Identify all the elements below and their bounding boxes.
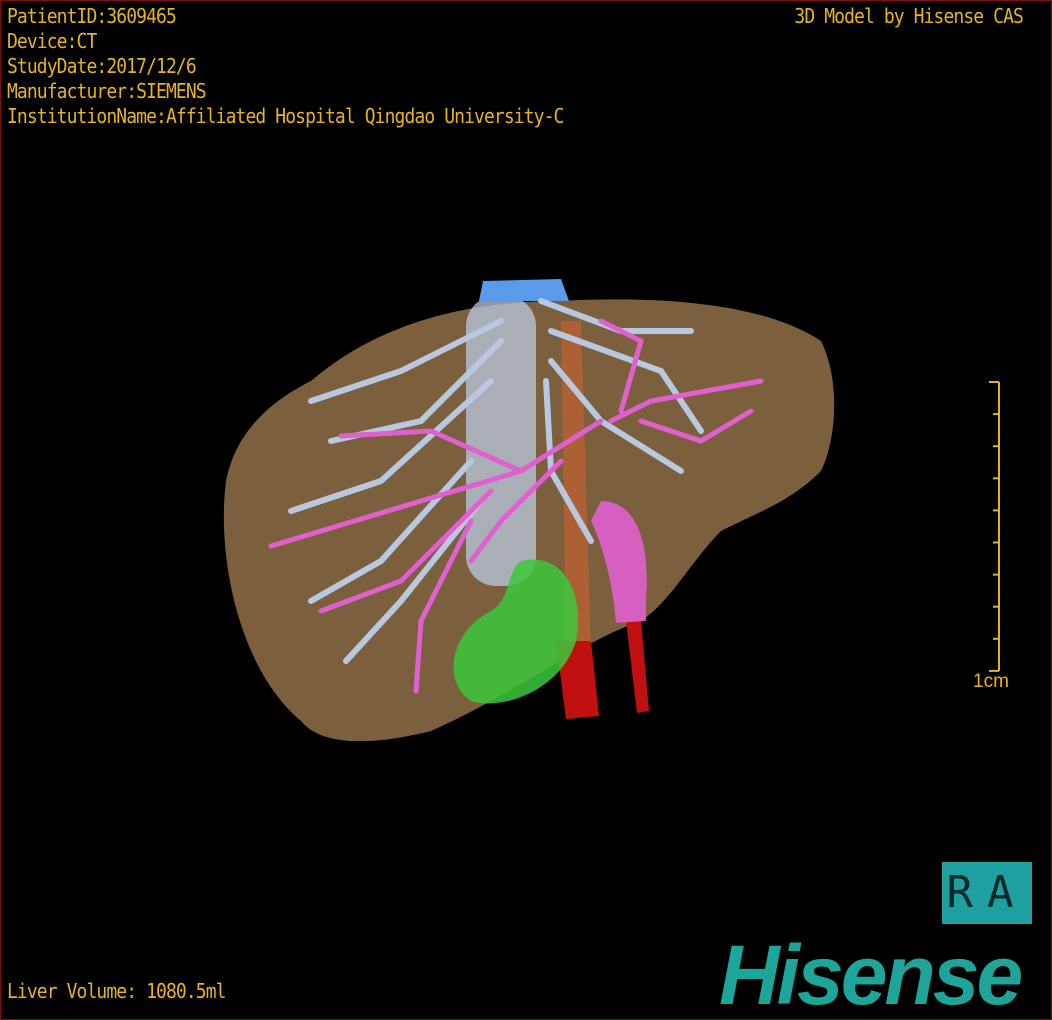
patient-id: PatientID:3609465 xyxy=(7,4,177,28)
study-date: StudyDate:2017/12/6 xyxy=(7,54,197,78)
scale-ticks xyxy=(989,381,999,672)
hepatic-artery-branch xyxy=(626,621,649,713)
institution-name: InstitutionName:Affiliated Hospital Qing… xyxy=(7,104,564,128)
model-credit: 3D Model by Hisense CAS xyxy=(794,4,1023,28)
patient-info: PatientID:3609465 Device:CT StudyDate:20… xyxy=(7,4,564,129)
hisense-logo: Hisense xyxy=(719,928,1023,1020)
device: Device:CT xyxy=(7,29,97,53)
manufacturer: Manufacturer:SIEMENS xyxy=(7,79,207,103)
orientation-marker[interactable]: RA xyxy=(942,862,1032,924)
3d-viewport[interactable]: PatientID:3609465 Device:CT StudyDate:20… xyxy=(0,0,1052,1020)
liver-3d-model[interactable] xyxy=(1,1,1051,1019)
liver-volume: Liver Volume: 1080.5ml xyxy=(7,979,227,1003)
ivc-top xyxy=(479,279,569,301)
scale-label: 1cm xyxy=(973,671,1009,692)
